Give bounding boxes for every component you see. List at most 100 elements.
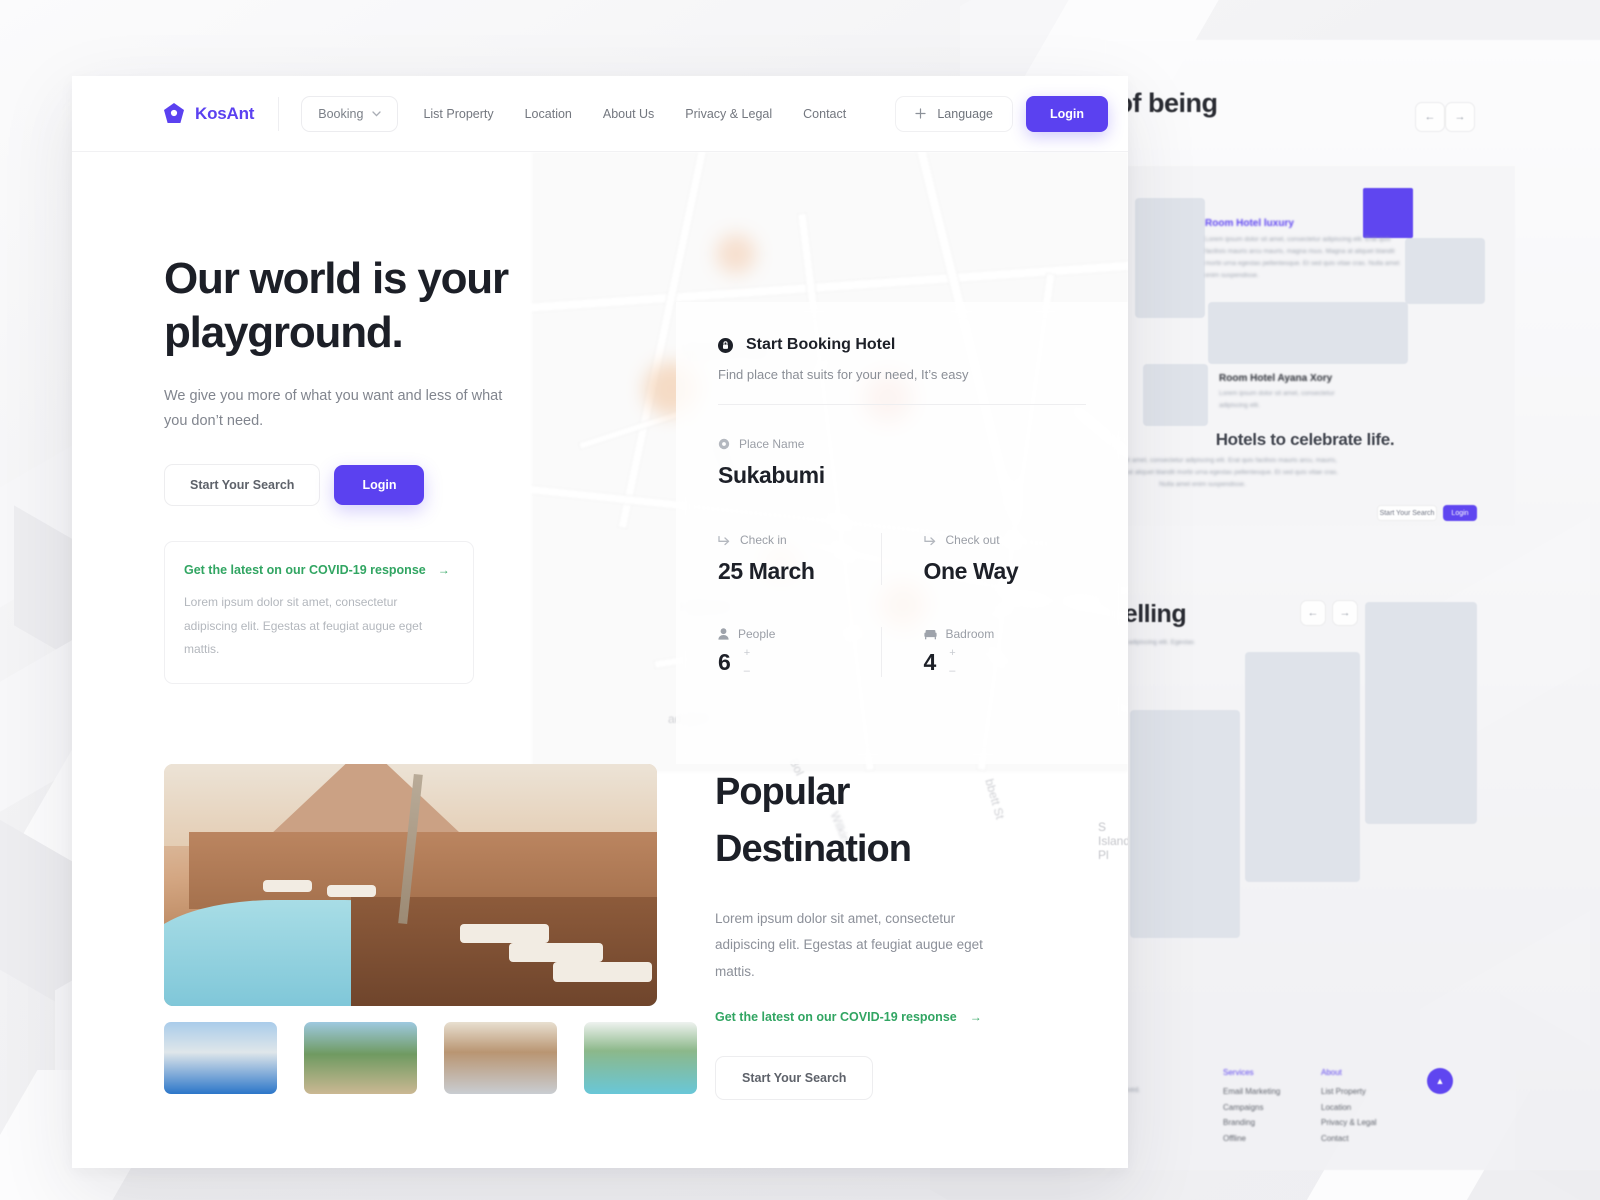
bg-footer-link[interactable]: Privacy & Legal: [1321, 1118, 1377, 1127]
brand-name: KosAnt: [195, 103, 255, 123]
gallery-thumbnail[interactable]: [164, 1022, 277, 1094]
main-page-card: KosAnt Booking List Property Location Ab…: [72, 76, 1128, 1168]
bg-footer-link[interactable]: List Property: [1321, 1087, 1366, 1096]
popular-heading-line2: Destination: [715, 828, 912, 870]
gallery-thumbnail[interactable]: [584, 1022, 697, 1094]
check-in-label-row: Check in: [718, 533, 881, 547]
gallery-lounger: [553, 962, 653, 982]
bg-travel-prev[interactable]: ←: [1300, 600, 1326, 626]
popular-start-search-button[interactable]: Start Your Search: [715, 1055, 874, 1100]
bg-footer-link[interactable]: Email Marketing: [1223, 1087, 1280, 1096]
booking-title-row: Start Booking Hotel: [718, 336, 1086, 354]
hero-section: Vauxhall Park Rita Rd Heyford A adow Pl …: [72, 152, 1128, 862]
hero-heading-line1: Our world is your: [164, 254, 509, 303]
bg-footer-services-title: Services: [1223, 1068, 1254, 1077]
chevron-down-icon: [372, 110, 382, 117]
badroom-value: 4: [923, 649, 937, 675]
nav-link-contact[interactable]: Contact: [803, 107, 846, 121]
nav-link-list-property[interactable]: List Property: [423, 107, 493, 121]
bg-travel-next[interactable]: →: [1332, 600, 1358, 626]
person-icon: [718, 628, 729, 640]
badroom-label: Badroom: [945, 627, 995, 641]
bg-footer-about-title: About: [1321, 1068, 1342, 1077]
lock-icon: [718, 337, 733, 353]
bg-room-image-right: [1405, 238, 1485, 304]
booking-title: Start Booking Hotel: [746, 336, 896, 353]
check-in-field[interactable]: Check in 25 March: [718, 533, 881, 585]
language-button[interactable]: Language: [895, 95, 1013, 132]
gallery-lounger: [459, 923, 549, 944]
people-increment-button[interactable]: +: [744, 648, 750, 659]
check-out-field[interactable]: Check out One Way: [880, 533, 1087, 585]
bg-travel-image-2: [1245, 652, 1360, 882]
bg-footer-panel: [1105, 1005, 1515, 1170]
bg-footer-link[interactable]: Location: [1321, 1103, 1351, 1112]
popular-covid-link[interactable]: Get the latest on our COVID-19 response …: [715, 1010, 1065, 1024]
nav-link-location[interactable]: Location: [525, 107, 572, 121]
bg-footer-link[interactable]: Offline: [1223, 1134, 1246, 1143]
people-field: People 6 + –: [718, 627, 881, 677]
nav-link-about-us[interactable]: About Us: [603, 107, 654, 121]
gallery-thumbnail[interactable]: [444, 1022, 557, 1094]
nav-links: List Property Location About Us Privacy …: [423, 107, 846, 121]
booking-dates-row: Check in 25 March Check out One Way: [718, 533, 1086, 585]
bg-scroll-top-button[interactable]: ▲: [1427, 1068, 1453, 1094]
covid-response-link[interactable]: Get the latest on our COVID-19 response …: [184, 563, 454, 577]
nav-link-privacy-legal[interactable]: Privacy & Legal: [685, 107, 772, 121]
arrow-right-icon: →: [969, 1009, 982, 1024]
gallery-lounger: [509, 943, 603, 963]
badroom-stepper[interactable]: 4 + –: [924, 648, 1087, 677]
bg-login-button[interactable]: Login: [1443, 505, 1477, 521]
bg-start-search-button[interactable]: Start Your Search: [1377, 505, 1437, 521]
bg-room-image-left: [1135, 198, 1205, 318]
check-in-label: Check in: [740, 533, 787, 547]
gallery-lounger: [262, 880, 312, 893]
brand-logo[interactable]: KosAnt: [164, 103, 254, 124]
booking-dropdown-label: Booking: [318, 106, 364, 121]
bg-carousel-prev[interactable]: ←: [1415, 102, 1445, 132]
bg-room-ayana-body: Lorem ipsum dolor sit amet, consectetur …: [1219, 390, 1335, 410]
people-decrement-button[interactable]: –: [744, 666, 750, 677]
navbar: KosAnt Booking List Property Location Ab…: [72, 76, 1128, 152]
booking-card: Start Booking Hotel Find place that suit…: [676, 302, 1128, 764]
bg-carousel-next[interactable]: →: [1445, 102, 1475, 132]
bg-travelling-sub: etur adipiscing elit. Egestas: [1115, 639, 1195, 646]
badroom-decrement-button[interactable]: –: [949, 666, 955, 677]
gallery-deck: [351, 897, 657, 1006]
badroom-stepper-controls: + –: [949, 648, 955, 677]
check-out-label: Check out: [945, 533, 1000, 547]
nav-login-button[interactable]: Login: [1025, 95, 1108, 132]
bg-footer-link[interactable]: Campaigns: [1223, 1103, 1263, 1112]
hero-content: Our world is your playground. We give yo…: [164, 252, 594, 685]
gallery-thumbnail[interactable]: [304, 1022, 417, 1094]
people-value: 6: [718, 649, 731, 675]
people-stepper[interactable]: 6 + –: [718, 648, 881, 677]
popular-destination-content: Popular Destination Lorem ipsum dolor si…: [715, 764, 1065, 1100]
gallery-main-image[interactable]: [164, 764, 657, 1006]
booking-counts-row: People 6 + – Badroom 4 + –: [718, 627, 1086, 677]
booking-dropdown[interactable]: Booking: [301, 95, 399, 132]
bg-travel-image-1: [1130, 710, 1240, 938]
popular-heading-line1: Popular: [715, 771, 850, 813]
nav-divider: [278, 96, 280, 131]
bg-footer-link[interactable]: Contact: [1321, 1134, 1349, 1143]
bg-room-luxury-title: Room Hotel luxury: [1205, 218, 1294, 229]
start-search-button[interactable]: Start Your Search: [164, 464, 321, 507]
house-pentagon-icon: [164, 103, 184, 123]
bg-footer-link[interactable]: Branding: [1223, 1118, 1255, 1127]
people-label: People: [738, 627, 776, 641]
hero-login-button[interactable]: Login: [334, 465, 425, 506]
bg-room-image-wide: [1208, 302, 1408, 364]
hero-subtext: We give you more of what you want and le…: [164, 388, 503, 430]
bg-celebrate-body: Lorem ipsum dolor sit amet, consectetur …: [1105, 457, 1339, 489]
gallery-thumbnails: [164, 1022, 697, 1094]
bg-room-image-small: [1143, 364, 1208, 426]
booking-card-body: Place Name Sukabumi Check in 25 March Ch…: [676, 405, 1128, 677]
check-out-label-row: Check out: [923, 533, 1087, 547]
badroom-increment-button[interactable]: +: [949, 648, 955, 659]
map-label: S Island Pl: [1098, 820, 1128, 862]
people-stepper-controls: + –: [744, 648, 750, 677]
place-name-field[interactable]: Place Name Sukabumi: [718, 437, 1086, 489]
arrow-enter-icon: [718, 535, 730, 545]
popular-body-text: Lorem ipsum dolor sit amet, consectetur …: [715, 911, 983, 979]
